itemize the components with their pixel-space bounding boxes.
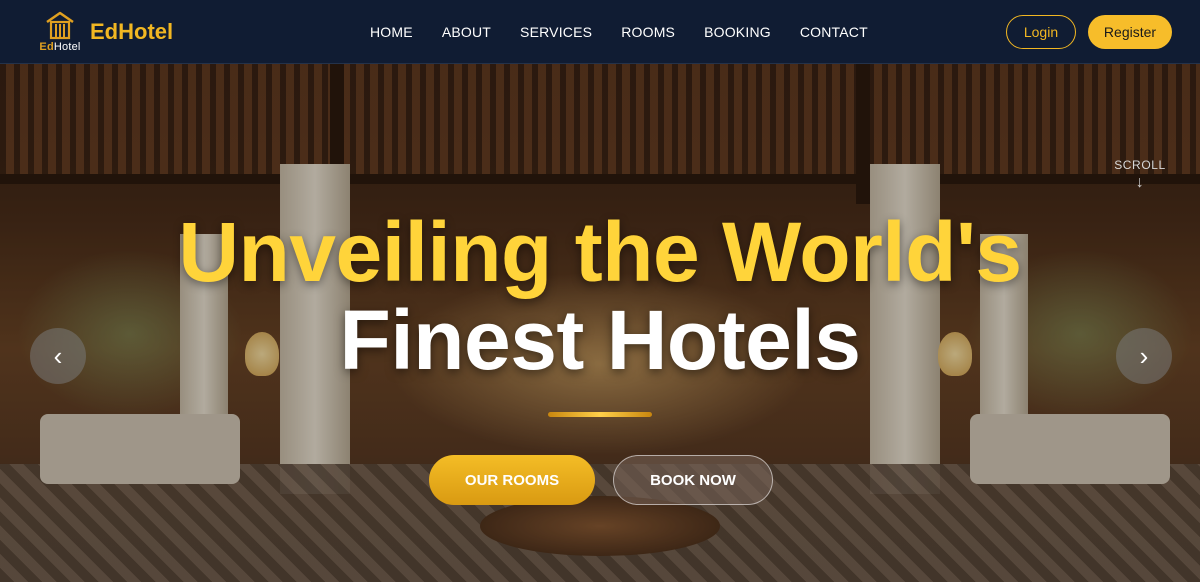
arrow-down-icon: ↓ bbox=[1135, 174, 1145, 191]
hero-headline-line2: Finest Hotels bbox=[339, 293, 861, 387]
hero-headline-line1: Unveiling the World's bbox=[178, 205, 1022, 299]
carousel-next-button[interactable]: › bbox=[1116, 328, 1172, 384]
main-nav: HOME ABOUT SERVICES ROOMS BOOKING CONTAC… bbox=[370, 0, 897, 64]
chevron-right-icon: › bbox=[1139, 340, 1149, 371]
scroll-indicator[interactable]: SCROLL ↓ bbox=[1110, 158, 1170, 192]
brand-name: EdHotel bbox=[90, 19, 174, 44]
nav-home-link[interactable]: HOME bbox=[370, 24, 413, 40]
hotel-building-icon: EdHotel bbox=[36, 8, 84, 56]
auth-actions: Login Register bbox=[1006, 15, 1172, 49]
our-rooms-button[interactable]: OUR ROOMS bbox=[429, 455, 595, 505]
book-now-button[interactable]: BOOK NOW bbox=[613, 455, 773, 505]
carousel-prev-button[interactable]: ‹ bbox=[30, 328, 86, 384]
chevron-left-icon: ‹ bbox=[53, 340, 63, 371]
scroll-label: SCROLL bbox=[1114, 158, 1166, 172]
brand-logo[interactable]: EdHotel EdHotel bbox=[36, 8, 173, 56]
logo-subtext: EdHotel bbox=[39, 41, 81, 53]
nav-rooms-link[interactable]: ROOMS bbox=[621, 24, 675, 40]
nav-booking-link[interactable]: BOOKING bbox=[704, 24, 771, 40]
hero-section: SCROLL ↓ Unveiling the World's Finest Ho… bbox=[0, 64, 1200, 582]
top-navbar: EdHotel EdHotel HOME ABOUT SERVICES ROOM… bbox=[0, 0, 1200, 64]
login-button[interactable]: Login bbox=[1006, 15, 1076, 49]
nav-about-link[interactable]: ABOUT bbox=[442, 24, 491, 40]
headline-underline bbox=[548, 412, 652, 417]
nav-services-link[interactable]: SERVICES bbox=[520, 24, 592, 40]
register-button[interactable]: Register bbox=[1088, 15, 1172, 49]
nav-contact-link[interactable]: CONTACT bbox=[800, 24, 868, 40]
